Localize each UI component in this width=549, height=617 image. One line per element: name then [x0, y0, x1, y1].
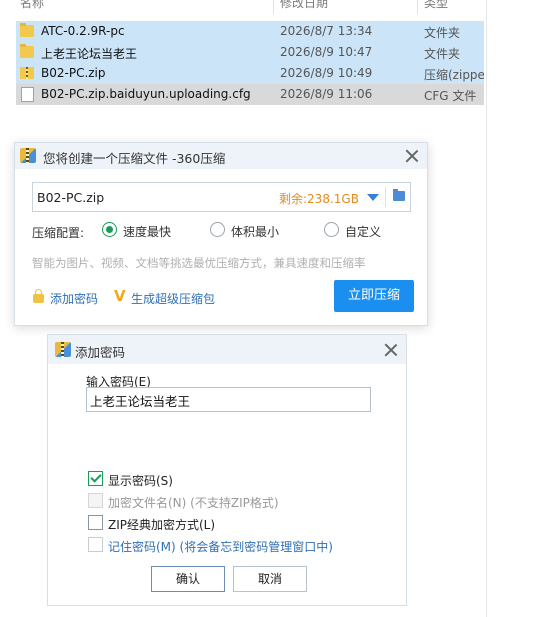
compress-dialog-titlebar[interactable]: 您将创建一个压缩文件 -360压缩: [15, 143, 427, 169]
close-icon[interactable]: [384, 343, 398, 357]
file-type: 文件夹: [424, 26, 461, 40]
checkbox-box[interactable]: [88, 537, 103, 552]
file-type: 文件夹: [424, 47, 461, 61]
column-date-header[interactable]: 修改日期: [280, 0, 328, 11]
password-value[interactable]: 上老王论坛当老王: [90, 391, 190, 410]
add-password-label[interactable]: 添加密码: [50, 290, 98, 307]
ok-button[interactable]: 确认: [151, 566, 225, 592]
column-separator[interactable]: [273, 0, 274, 14]
checkbox-box[interactable]: [88, 471, 103, 486]
checkbox-note: (将会备忘到密码管理窗口中): [179, 540, 333, 554]
file-name: 上老王论坛当老王: [41, 47, 138, 61]
column-type-header[interactable]: 类型: [424, 0, 448, 11]
radio-label: 速度最快: [123, 225, 172, 239]
file-date: 2026/8/7 13:34: [280, 24, 373, 38]
file-row[interactable]: 上老王论坛当老王 2026/8/9 10:47 文件夹: [16, 42, 484, 63]
password-dialog-title: 添加密码: [75, 345, 126, 360]
cancel-button[interactable]: 取消: [233, 566, 307, 592]
compress-config-label: 压缩配置:: [32, 226, 85, 240]
file-date: 2026/8/9 10:49: [280, 66, 373, 80]
details-pane: [486, 0, 549, 617]
radio-button[interactable]: [102, 222, 117, 237]
file-row[interactable]: B02-PC.zip 2026/8/9 10:49 压缩(zipped): [16, 63, 484, 84]
checkbox-box[interactable]: [88, 515, 103, 530]
file-type: 压缩(zipped): [424, 68, 484, 82]
browse-folder-icon[interactable]: [393, 189, 405, 201]
start-compress-button[interactable]: 立即压缩: [334, 280, 414, 312]
file-row[interactable]: B02-PC.zip.baiduyun.uploading.cfg 2026/8…: [16, 84, 484, 105]
chevron-down-icon[interactable]: [367, 194, 379, 201]
divider: [385, 187, 386, 207]
password-input[interactable]: 上老王论坛当老王: [86, 387, 371, 412]
file-icon: [21, 87, 34, 102]
checkbox-label: ZIP经典加密方式(L): [108, 518, 216, 532]
vip-icon: V: [114, 287, 126, 305]
checkbox-label-text: 加密文件名(N): [108, 496, 187, 510]
folder-icon: [20, 44, 34, 58]
compress-hint-text: 智能为图片、视频、文档等挑选最优压缩方式，兼具速度和压缩率: [32, 256, 366, 270]
radio-label: 自定义: [345, 225, 382, 239]
column-header-row: 名称 修改日期 类型: [0, 0, 486, 14]
super-archive-label[interactable]: 生成超级压缩包: [131, 290, 215, 307]
compress-dialog-title: 您将创建一个压缩文件 -360压缩: [43, 151, 226, 166]
folder-icon: [20, 23, 34, 37]
file-name: B02-PC.zip.baiduyun.uploading.cfg: [41, 87, 251, 101]
zip-icon: [20, 67, 34, 79]
free-space-label: 剩余:238.1GB: [279, 192, 359, 206]
checkbox-label: 显示密码(S): [108, 474, 173, 488]
archive-filename[interactable]: B02-PC.zip: [37, 190, 104, 205]
checkbox-label: 记住密码(M) (将会备忘到密码管理窗口中): [108, 538, 333, 555]
file-name: ATC-0.2.9R-pc: [41, 24, 125, 38]
archive-app-icon: [55, 342, 71, 357]
radio-button[interactable]: [210, 222, 225, 237]
checkbox-box: [88, 493, 103, 508]
radio-label: 体积最小: [231, 225, 280, 239]
file-type: CFG 文件: [424, 89, 477, 103]
archive-path-field[interactable]: B02-PC.zip 剩余:238.1GB: [32, 182, 411, 212]
checkbox-note: (不支持ZIP格式): [190, 496, 279, 510]
archive-app-icon: [20, 148, 36, 163]
file-name: B02-PC.zip: [41, 66, 106, 80]
file-date: 2026/8/9 10:47: [280, 45, 373, 59]
lock-icon: [33, 289, 44, 303]
password-dialog-titlebar[interactable]: 添加密码: [48, 335, 406, 364]
column-name-header[interactable]: 名称: [20, 0, 44, 11]
checkbox-label: 加密文件名(N) (不支持ZIP格式): [108, 494, 279, 511]
checkbox-label-text: 记住密码(M): [108, 540, 176, 554]
column-separator[interactable]: [417, 0, 418, 14]
radio-button[interactable]: [324, 222, 339, 237]
close-icon[interactable]: [405, 149, 419, 163]
compress-dialog: 您将创建一个压缩文件 -360压缩 B02-PC.zip 剩余:238.1GB …: [14, 142, 428, 326]
file-date: 2026/8/9 11:06: [280, 87, 373, 101]
add-password-dialog: 添加密码 输入密码(E) 上老王论坛当老王 显示密码(S) 加密文件名(N) (…: [47, 334, 407, 606]
file-row[interactable]: ATC-0.2.9R-pc 2026/8/7 13:34 文件夹: [16, 21, 484, 42]
